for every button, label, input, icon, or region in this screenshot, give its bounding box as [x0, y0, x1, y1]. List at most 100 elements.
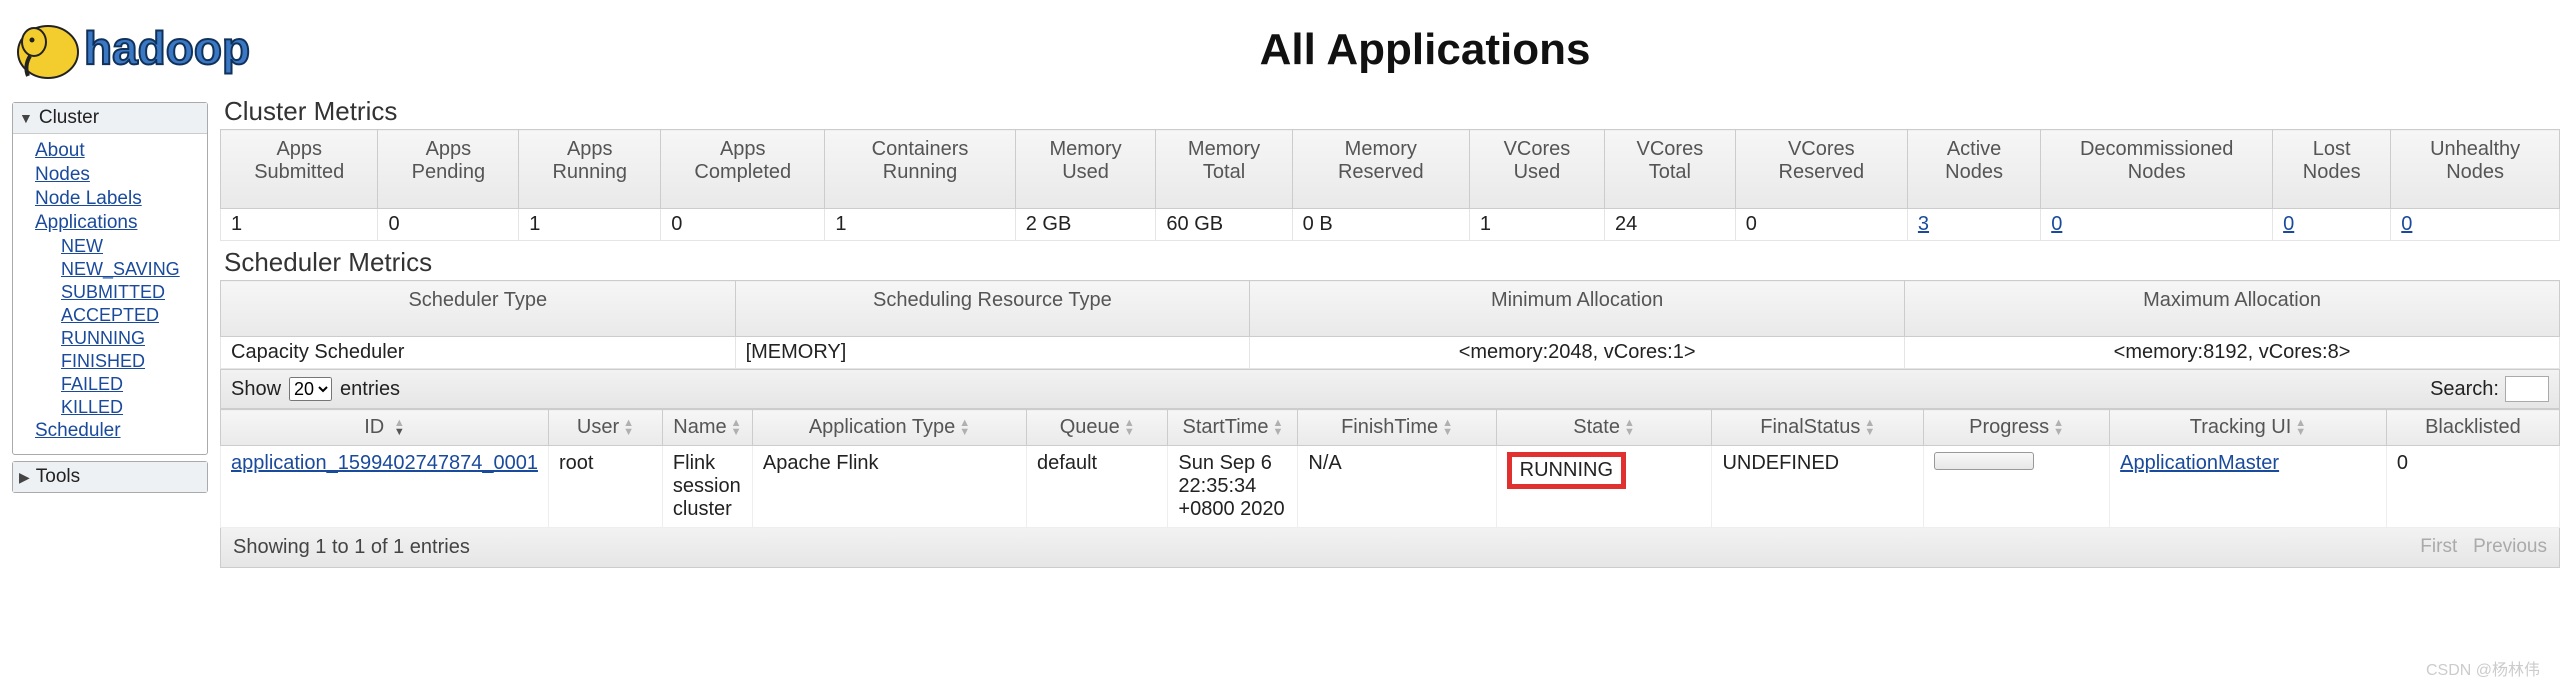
sidebar-item-about[interactable]: About: [35, 140, 207, 162]
link-tracking-ui[interactable]: ApplicationMaster: [2120, 452, 2279, 474]
page-size-select[interactable]: 20: [289, 377, 332, 401]
datatable-footer: Showing 1 to 1 of 1 entries First Previo…: [220, 528, 2560, 568]
sort-icon: ▲▼: [2053, 419, 2064, 437]
col-containers-running: Containers Running: [825, 130, 1015, 209]
col-finalstatus[interactable]: FinalStatus▲▼: [1712, 410, 1924, 446]
sort-icon: ▲▼: [1124, 419, 1135, 437]
sidebar-item-nodes[interactable]: Nodes: [35, 164, 207, 186]
state-badge: RUNNING: [1507, 452, 1626, 489]
sidebar-section-label: Tools: [36, 466, 80, 488]
show-label: Show: [231, 378, 281, 401]
cell-queue: default: [1027, 446, 1168, 528]
entries-label: entries: [340, 378, 400, 401]
link-application-id[interactable]: application_1599402747874_0001: [231, 452, 538, 474]
sort-icon: ▲▼: [959, 419, 970, 437]
sidebar-section-label: Cluster: [39, 107, 99, 129]
sidebar-item-new-saving[interactable]: NEW_SAVING: [61, 259, 207, 280]
pager-first[interactable]: First: [2420, 536, 2457, 557]
chevron-right-icon: ▶: [19, 469, 30, 486]
col-unhealthy-nodes: Unhealthy Nodes: [2391, 130, 2560, 209]
cell-vcores-reserved: 0: [1735, 209, 1907, 241]
col-memory-total: Memory Total: [1156, 130, 1292, 209]
sidebar-item-running[interactable]: RUNNING: [61, 328, 207, 349]
col-memory-used: Memory Used: [1015, 130, 1156, 209]
sidebar-item-killed[interactable]: KILLED: [61, 397, 207, 418]
progress-bar: [1934, 452, 2034, 470]
table-row: application_1599402747874_0001 root Flin…: [221, 446, 2560, 528]
sort-icon: ▲▼: [394, 419, 405, 437]
cell-scheduler-type: Capacity Scheduler: [221, 337, 736, 369]
cell-starttime: Sun Sep 6 22:35:34 +0800 2020: [1168, 446, 1298, 528]
col-memory-reserved: Memory Reserved: [1292, 130, 1469, 209]
cell-vcores-total: 24: [1604, 209, 1735, 241]
cell-memory-used: 2 GB: [1015, 209, 1156, 241]
cell-vcores-used: 1: [1469, 209, 1604, 241]
sort-icon: ▲▼: [1864, 419, 1875, 437]
col-tracking-ui[interactable]: Tracking UI▲▼: [2110, 410, 2387, 446]
sidebar: ▼ Cluster About Nodes Node Labels Applic…: [12, 96, 208, 493]
link-lost-nodes[interactable]: 0: [2283, 213, 2294, 235]
chevron-down-icon: ▼: [19, 110, 33, 126]
col-application-type[interactable]: Application Type▲▼: [752, 410, 1026, 446]
col-state[interactable]: State▲▼: [1496, 410, 1712, 446]
cell-apps-submitted: 1: [221, 209, 378, 241]
sort-icon: ▲▼: [1272, 419, 1283, 437]
col-finishtime[interactable]: FinishTime▲▼: [1298, 410, 1496, 446]
sidebar-item-failed[interactable]: FAILED: [61, 374, 207, 395]
table-row: Capacity Scheduler [MEMORY] <memory:2048…: [221, 337, 2560, 369]
sidebar-item-submitted[interactable]: SUBMITTED: [61, 282, 207, 303]
col-id[interactable]: ID ▲▼: [221, 410, 549, 446]
col-decommissioned-nodes: Decommissioned Nodes: [2041, 130, 2273, 209]
datatable-toolbar: Show 20 entries Search:: [220, 369, 2560, 409]
cell-finalstatus: UNDEFINED: [1712, 446, 1924, 528]
applications-table: ID ▲▼ User▲▼ Name▲▼ Application Type▲▼ Q…: [220, 409, 2560, 528]
col-maximum-allocation: Maximum Allocation: [1905, 281, 2560, 337]
hadoop-logo: hadoop: [10, 10, 310, 90]
col-vcores-reserved: VCores Reserved: [1735, 130, 1907, 209]
table-row: 1 0 1 0 1 2 GB 60 GB 0 B 1 24 0 3 0 0 0: [221, 209, 2560, 241]
sort-icon: ▲▼: [2295, 419, 2306, 437]
scheduler-metrics-table: Scheduler Type Scheduling Resource Type …: [220, 280, 2560, 369]
cell-blacklisted: 0: [2386, 446, 2559, 528]
sidebar-item-accepted[interactable]: ACCEPTED: [61, 305, 207, 326]
sort-icon: ▲▼: [1442, 419, 1453, 437]
cell-maximum-allocation: <memory:8192, vCores:8>: [1905, 337, 2560, 369]
col-name[interactable]: Name▲▼: [662, 410, 752, 446]
link-decommissioned-nodes[interactable]: 0: [2051, 213, 2062, 235]
pager-previous[interactable]: Previous: [2473, 536, 2547, 557]
link-active-nodes[interactable]: 3: [1918, 213, 1929, 235]
section-cluster-metrics: Cluster Metrics: [220, 90, 2560, 129]
col-progress[interactable]: Progress▲▼: [1924, 410, 2110, 446]
col-queue[interactable]: Queue▲▼: [1027, 410, 1168, 446]
cell-memory-total: 60 GB: [1156, 209, 1292, 241]
col-blacklisted[interactable]: Blacklisted: [2386, 410, 2559, 446]
sidebar-item-node-labels[interactable]: Node Labels: [35, 188, 207, 210]
sidebar-section-cluster[interactable]: ▼ Cluster: [13, 103, 207, 134]
col-vcores-total: VCores Total: [1604, 130, 1735, 209]
col-apps-completed: Apps Completed: [661, 130, 825, 209]
search-label: Search:: [2430, 378, 2499, 401]
search-input[interactable]: [2505, 376, 2549, 402]
cell-finishtime: N/A: [1298, 446, 1496, 528]
cell-apps-running: 1: [519, 209, 661, 241]
datatable-info: Showing 1 to 1 of 1 entries: [233, 536, 2420, 559]
cell-containers-running: 1: [825, 209, 1015, 241]
col-scheduler-type: Scheduler Type: [221, 281, 736, 337]
sidebar-section-tools[interactable]: ▶ Tools: [13, 462, 207, 492]
sort-icon: ▲▼: [623, 419, 634, 437]
col-vcores-used: VCores Used: [1469, 130, 1604, 209]
sidebar-item-applications[interactable]: Applications: [35, 212, 207, 234]
link-unhealthy-nodes[interactable]: 0: [2401, 213, 2412, 235]
sidebar-item-finished[interactable]: FINISHED: [61, 351, 207, 372]
sidebar-item-scheduler[interactable]: Scheduler: [35, 420, 207, 442]
col-user[interactable]: User▲▼: [548, 410, 662, 446]
col-apps-submitted: Apps Submitted: [221, 130, 378, 209]
sidebar-item-new[interactable]: NEW: [61, 236, 207, 257]
cell-user: root: [548, 446, 662, 528]
watermark: CSDN @杨林伟: [2426, 656, 2540, 680]
cell-memory-reserved: 0 B: [1292, 209, 1469, 241]
col-lost-nodes: Lost Nodes: [2273, 130, 2391, 209]
col-starttime[interactable]: StartTime▲▼: [1168, 410, 1298, 446]
col-apps-pending: Apps Pending: [378, 130, 519, 209]
cell-scheduling-resource-type: [MEMORY]: [735, 337, 1250, 369]
